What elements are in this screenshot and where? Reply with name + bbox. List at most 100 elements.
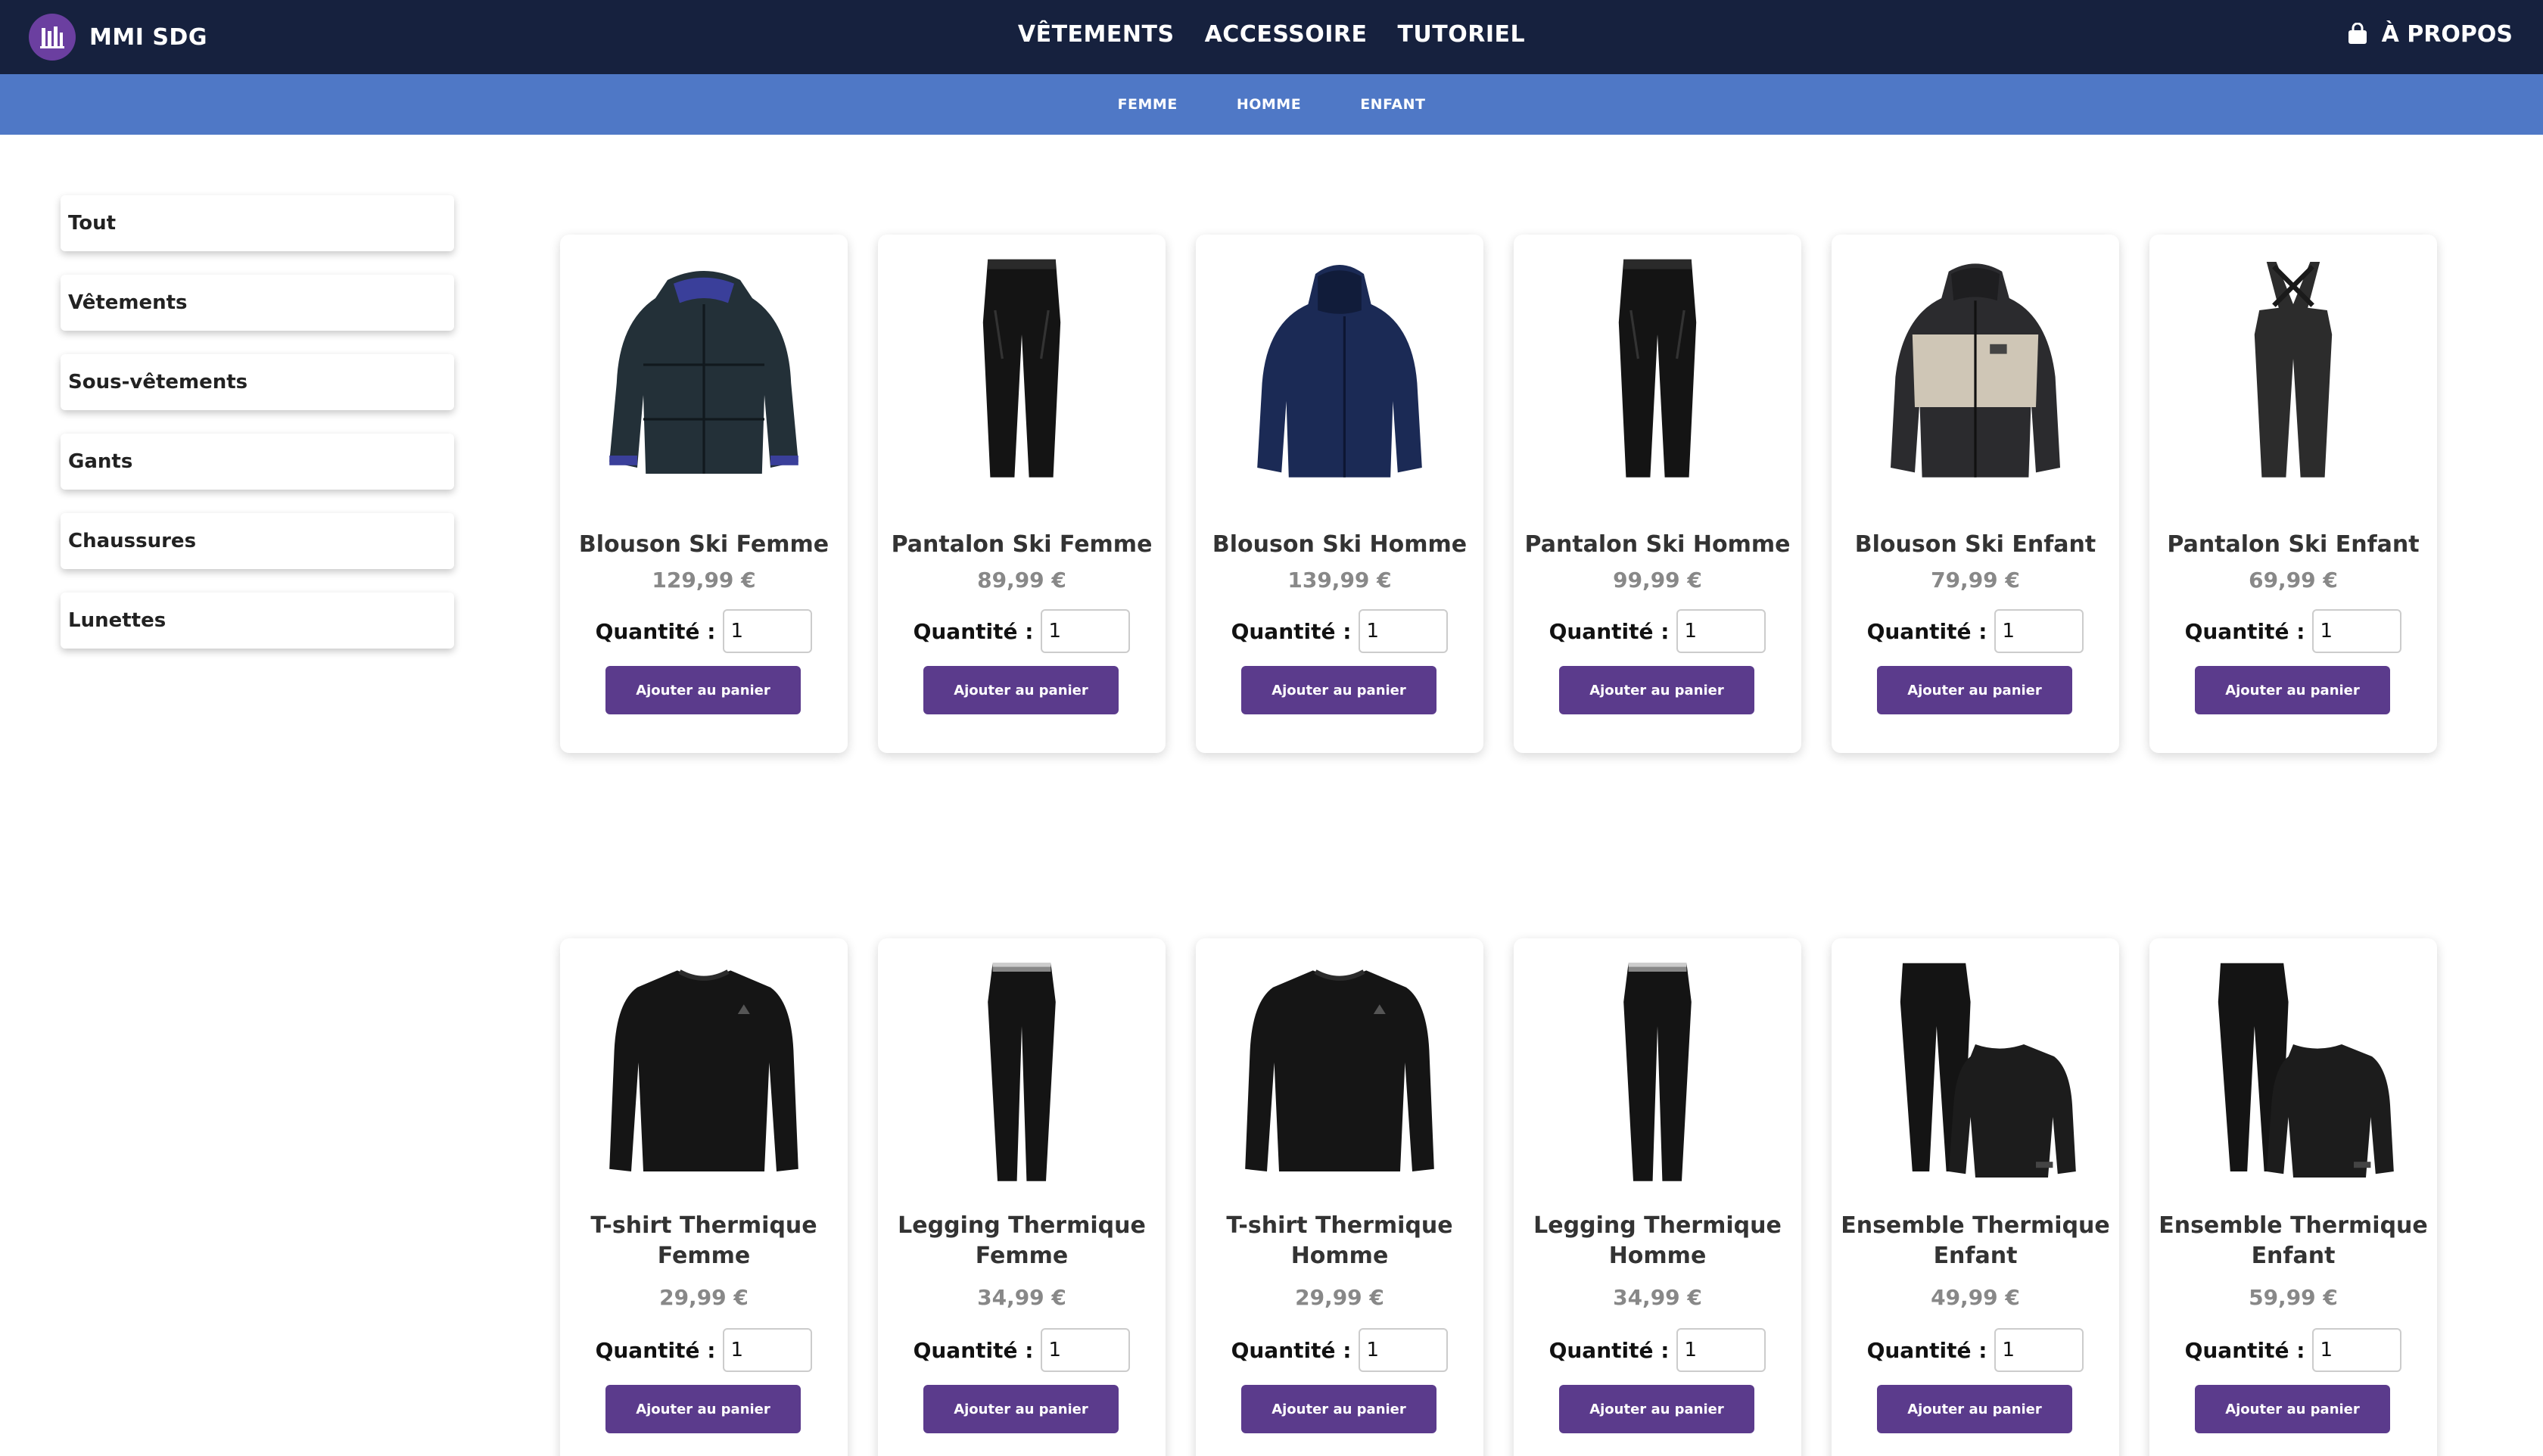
product-image-legging (893, 954, 1150, 1196)
sidebar-item-gants[interactable]: Gants (61, 434, 454, 490)
product-name: Blouson Ski Enfant (1854, 531, 2096, 558)
product-price: 89,99 € (977, 568, 1066, 593)
product-name: Pantalon Ski Femme (891, 531, 1153, 558)
product-price: 129,99 € (652, 568, 756, 593)
quantity-row: Quantité : (1514, 609, 1801, 653)
product-name: Legging Thermique Femme (898, 1212, 1146, 1269)
quantity-label: Quantité : (1549, 618, 1670, 644)
product-image-puffer-jacket (575, 250, 833, 492)
product-name: Blouson Ski Homme (1212, 531, 1468, 558)
product-price: 69,99 € (2249, 568, 2338, 593)
product-image-kids-jacket (1847, 250, 2104, 492)
product-card: Ensemble Thermique Enfant 49,99 € Quantité… (1832, 938, 2119, 1456)
quantity-row: Quantité : (1832, 609, 2119, 653)
add-to-cart-button[interactable]: Ajouter au panier (2195, 666, 2390, 714)
add-to-cart-button[interactable]: Ajouter au panier (2195, 1385, 2390, 1433)
quantity-input[interactable] (1359, 609, 1449, 653)
quantity-input[interactable] (723, 609, 813, 653)
add-to-cart-button[interactable]: Ajouter au panier (605, 1385, 801, 1433)
product-image-bib-pants (2165, 250, 2422, 492)
quantity-input[interactable] (1676, 1328, 1766, 1372)
product-card: Blouson Ski Femme 129,99 € Quantité : Ajout… (560, 235, 848, 753)
add-to-cart-button[interactable]: Ajouter au panier (1559, 1385, 1754, 1433)
add-to-cart-button[interactable]: Ajouter au panier (1241, 1385, 1436, 1433)
quantity-row: Quantité : (878, 1328, 1166, 1372)
product-name: Ensemble Thermique Enfant (1841, 1212, 2110, 1269)
sidebar-item-tout[interactable]: Tout (61, 195, 454, 251)
product-image-ski-pants (893, 250, 1150, 492)
product-card: Pantalon Ski Femme 89,99 € Quantité : Ajout… (878, 235, 1166, 753)
product-image-legging (1529, 954, 1786, 1196)
product-card: Legging Thermique Homme 34,99 € Quantité :… (1514, 938, 1801, 1456)
product-card: T-shirt Thermique Homme 29,99 € Quantité :… (1196, 938, 1483, 1456)
add-to-cart-button[interactable]: Ajouter au panier (923, 1385, 1119, 1433)
add-to-cart-button[interactable]: Ajouter au panier (923, 666, 1119, 714)
quantity-label: Quantité : (913, 1337, 1034, 1363)
quantity-row: Quantité : (1196, 609, 1483, 653)
product-name: Pantalon Ski Enfant (2167, 531, 2420, 558)
quantity-input[interactable] (723, 1328, 813, 1372)
category-sidebar: Tout Vêtements Sous-vêtements Gants Chau… (61, 195, 454, 672)
product-card: Pantalon Ski Enfant 69,99 € Quantité : Ajou… (2149, 235, 2437, 753)
add-to-cart-button[interactable]: Ajouter au panier (1877, 1385, 2072, 1433)
quantity-row: Quantité : (2149, 609, 2437, 653)
quantity-row: Quantité : (1196, 1328, 1483, 1372)
add-to-cart-button[interactable]: Ajouter au panier (1241, 666, 1436, 714)
quantity-label: Quantité : (1231, 1337, 1352, 1363)
product-price: 79,99 € (1931, 568, 2020, 593)
quantity-input[interactable] (1041, 609, 1131, 653)
product-card: Legging Thermique Femme 34,99 € Quantité :… (878, 938, 1166, 1456)
product-price: 34,99 € (977, 1285, 1066, 1310)
quantity-label: Quantité : (913, 618, 1034, 644)
quantity-input[interactable] (1359, 1328, 1449, 1372)
quantity-label: Quantité : (1866, 1337, 1987, 1363)
sidebar-item-vetements[interactable]: Vêtements (61, 275, 454, 331)
product-name: Pantalon Ski Homme (1524, 531, 1791, 558)
sidebar-item-sous-vetements[interactable]: Sous-vêtements (61, 354, 454, 410)
product-name: Legging Thermique Homme (1533, 1212, 1782, 1269)
add-to-cart-button[interactable]: Ajouter au panier (605, 666, 801, 714)
quantity-label: Quantité : (595, 618, 716, 644)
quantity-row: Quantité : (1832, 1328, 2119, 1372)
quantity-label: Quantité : (595, 1337, 716, 1363)
product-price: 59,99 € (2249, 1285, 2338, 1310)
product-image-thermal-set (1847, 954, 2104, 1196)
product-card: T-shirt Thermique Femme 29,99 € Quantité :… (560, 938, 848, 1456)
quantity-input[interactable] (1676, 609, 1766, 653)
quantity-label: Quantité : (1866, 618, 1987, 644)
product-image-thermal-set (2165, 954, 2422, 1196)
product-grid: Blouson Ski Femme 129,99 € Quantité : Ajout… (560, 0, 2437, 1456)
product-name: Blouson Ski Femme (578, 531, 830, 558)
quantity-row: Quantité : (2149, 1328, 2437, 1372)
quantity-label: Quantité : (2184, 618, 2305, 644)
sidebar-item-lunettes[interactable]: Lunettes (61, 593, 454, 649)
product-card: Ensemble Thermique Enfant 59,99 € Quantité… (2149, 938, 2437, 1456)
quantity-row: Quantité : (878, 609, 1166, 653)
quantity-input[interactable] (1041, 1328, 1131, 1372)
quantity-label: Quantité : (2184, 1337, 2305, 1363)
quantity-row: Quantité : (560, 609, 848, 653)
product-card: Pantalon Ski Homme 99,99 € Quantité : Ajout… (1514, 235, 1801, 753)
quantity-label: Quantité : (1549, 1337, 1670, 1363)
quantity-input[interactable] (1994, 609, 2084, 653)
product-price: 34,99 € (1613, 1285, 1702, 1310)
product-image-ski-pants (1529, 250, 1786, 492)
quantity-input[interactable] (2312, 1328, 2402, 1372)
product-price: 99,99 € (1613, 568, 1702, 593)
product-price: 29,99 € (1295, 1285, 1384, 1310)
sidebar-item-chaussures[interactable]: Chaussures (61, 513, 454, 569)
product-name: T-shirt Thermique Homme (1226, 1212, 1453, 1269)
quantity-row: Quantité : (560, 1328, 848, 1372)
product-card: Blouson Ski Homme 139,99 € Quantité : Ajout… (1196, 235, 1483, 753)
product-image-thermal-shirt (1211, 954, 1468, 1196)
quantity-row: Quantité : (1514, 1328, 1801, 1372)
add-to-cart-button[interactable]: Ajouter au panier (1559, 666, 1754, 714)
quantity-input[interactable] (2312, 609, 2402, 653)
product-card: Blouson Ski Enfant 79,99 € Quantité : Ajout… (1832, 235, 2119, 753)
product-name: T-shirt Thermique Femme (590, 1212, 817, 1269)
product-image-ski-jacket (1211, 250, 1468, 492)
product-price: 49,99 € (1931, 1285, 2020, 1310)
add-to-cart-button[interactable]: Ajouter au panier (1877, 666, 2072, 714)
product-price: 29,99 € (659, 1285, 749, 1310)
quantity-input[interactable] (1994, 1328, 2084, 1372)
